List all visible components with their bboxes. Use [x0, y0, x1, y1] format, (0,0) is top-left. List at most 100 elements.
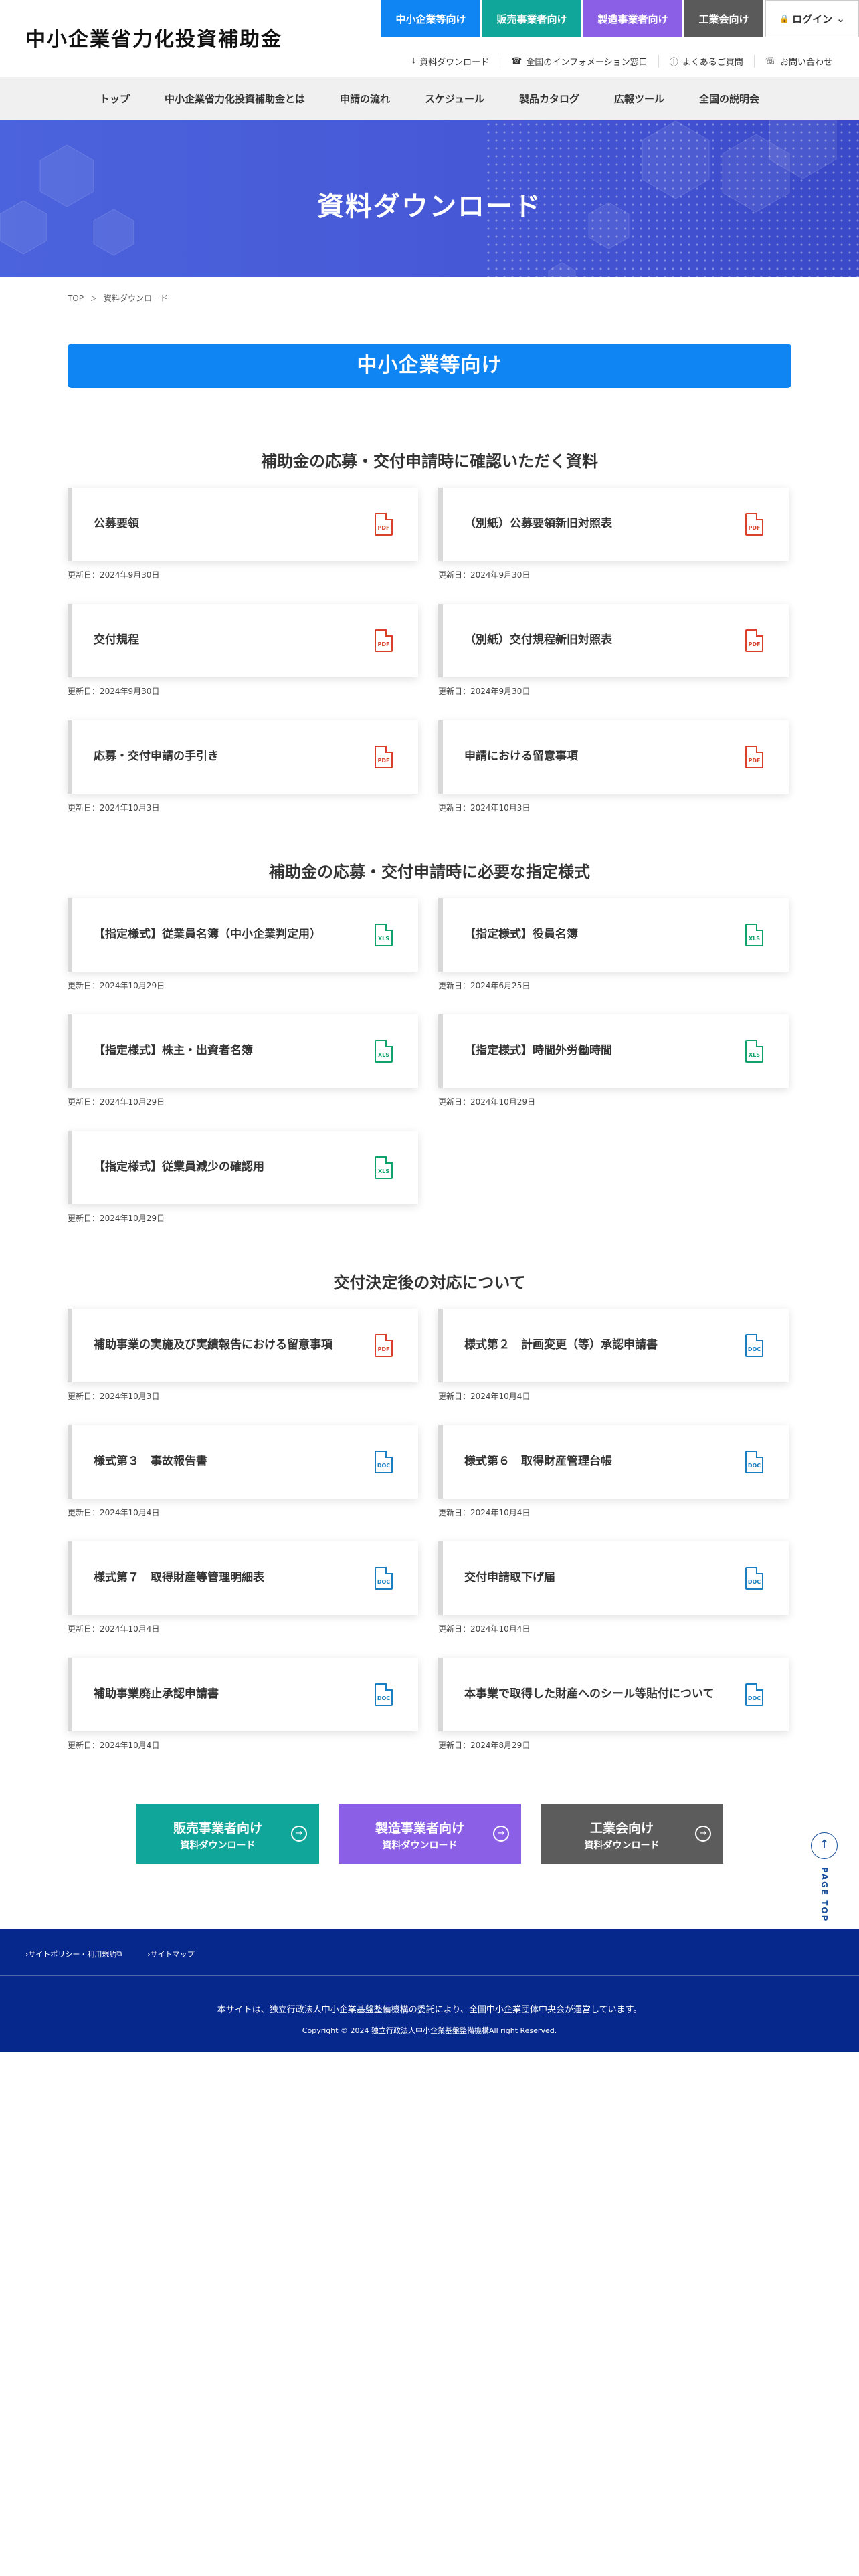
global-nav: トップ 中小企業省力化投資補助金とは 申請の流れ スケジュール 製品カタログ 広報ツール全…	[0, 77, 859, 120]
breadcrumb: TOP ＞ 資料ダウンロード	[68, 292, 168, 304]
download-card[interactable]: 補助事業廃止承認申請書 DOC	[68, 1658, 418, 1731]
audience-tab[interactable]: 製造事業者向け	[583, 0, 682, 37]
audience-tab[interactable]: 販売事業者向け	[482, 0, 581, 37]
cta-subtitle: 資料ダウンロード	[180, 1840, 256, 1851]
page-top-button[interactable]: ↑ PAGE TOP	[811, 1832, 838, 1922]
arrow-right-icon: →	[493, 1826, 509, 1842]
section-title: 補助金の応募・交付申請時に確認いただく資料	[261, 452, 598, 471]
download-card[interactable]: （別紙）公募要領新旧対照表 PDF	[438, 488, 789, 561]
arrow-up-icon: ↑	[811, 1832, 838, 1859]
updated-date: 更新日：2024年9月30日	[68, 687, 160, 696]
tab-label: 中小企業等向け	[395, 13, 466, 25]
download-card[interactable]: （別紙）交付規程新旧対照表 PDF	[438, 604, 789, 677]
cta-title: 工業会向け	[589, 1821, 654, 1836]
footer-links: › サイトポリシー・利用規約 ⧉ › サイトマップ	[25, 1949, 220, 1959]
nav-item[interactable]: 製品カタログ	[502, 92, 597, 106]
doc-file-icon: DOC	[375, 1451, 393, 1473]
cta-title: 販売事業者向け	[173, 1821, 262, 1836]
util-link[interactable]: ☎ 全国のインフォメーション窓口	[500, 55, 658, 68]
pdf-file-icon: PDF	[745, 513, 763, 536]
util-link-label: よくあるご質問	[682, 58, 743, 68]
download-title: （別紙）公募要領新旧対照表	[464, 517, 612, 531]
download-card[interactable]: 申請における留意事項 PDF	[438, 720, 789, 794]
updated-date: 更新日：2024年10月4日	[68, 1508, 160, 1517]
breadcrumb-separator: ＞	[90, 296, 98, 303]
cta-subtitle: 資料ダウンロード	[584, 1840, 660, 1851]
xls-file-icon: XLS	[745, 1040, 763, 1063]
doc-file-icon: DOC	[745, 1683, 763, 1706]
download-card[interactable]: 交付規程 PDF	[68, 604, 418, 677]
nav-item[interactable]: トップ	[82, 92, 147, 106]
nav-item[interactable]: 申請の流れ	[322, 92, 407, 106]
audience-tab[interactable]: 中小企業等向け	[381, 0, 480, 37]
pdf-file-icon: PDF	[375, 1334, 393, 1357]
tab-label: 工業会向け	[698, 13, 749, 25]
download-card[interactable]: 様式第７ 取得財産等管理明細表 DOC	[68, 1541, 418, 1615]
pdf-file-icon: PDF	[375, 513, 393, 536]
breadcrumb-current: 資料ダウンロード	[104, 294, 169, 303]
nav-item[interactable]: 中小企業省力化投資補助金とは	[147, 92, 322, 106]
download-card[interactable]: 【指定様式】株主・出資者名簿 XLS	[68, 1014, 418, 1088]
utility-links: ⤓ 資料ダウンロード ☎ 全国のインフォメーション窓口 ⓘ よくあるご質問 ☏ お問い合わせ	[401, 55, 843, 68]
download-title: （別紙）交付規程新旧対照表	[464, 633, 612, 647]
footer-link[interactable]: › サイトマップ	[147, 1949, 194, 1959]
util-link[interactable]: ☏ お問い合わせ	[753, 55, 843, 68]
download-card[interactable]: 本事業で取得した財産へのシール等貼付について DOC	[438, 1658, 789, 1731]
footer-divider	[0, 1975, 859, 1976]
chevron-down-icon: ⌄	[836, 13, 845, 25]
util-link[interactable]: ⤓ 資料ダウンロード	[401, 55, 500, 68]
external-link-icon: ⧉	[116, 1949, 122, 1958]
download-card[interactable]: 様式第３ 事故報告書 DOC	[68, 1425, 418, 1499]
download-card[interactable]: 様式第６ 取得財産管理台帳 DOC	[438, 1425, 789, 1499]
util-link-label: 資料ダウンロード	[419, 58, 490, 68]
util-link-label: お問い合わせ	[779, 58, 832, 68]
download-card[interactable]: 【指定様式】時間外労働時間 XLS	[438, 1014, 789, 1088]
updated-date: 更新日：2024年10月3日	[68, 1392, 160, 1401]
audience-download-button[interactable]: 製造事業者向け 資料ダウンロード →	[339, 1804, 521, 1864]
arrow-right-icon: →	[695, 1826, 711, 1842]
updated-date: 更新日：2024年10月3日	[438, 803, 531, 813]
updated-date: 更新日：2024年10月4日	[438, 1508, 531, 1517]
updated-date: 更新日：2024年10月4日	[68, 1624, 160, 1634]
download-card[interactable]: 応募・交付申請の手引き PDF	[68, 720, 418, 794]
download-title: 申請における留意事項	[464, 750, 578, 764]
nav-item[interactable]: スケジュール	[407, 92, 502, 106]
login-button[interactable]: 🔒 ログイン ⌄	[765, 0, 859, 37]
doc-file-icon: DOC	[745, 1334, 763, 1357]
question-icon: ⓘ	[669, 58, 678, 68]
download-card[interactable]: 交付申請取下げ届 DOC	[438, 1541, 789, 1615]
footer-link[interactable]: › サイトポリシー・利用規約 ⧉	[25, 1949, 122, 1959]
audience-download-button[interactable]: 工業会向け資料ダウンロード →	[541, 1804, 723, 1864]
updated-date: 更新日：2024年10月29日	[68, 981, 165, 990]
section-title: 交付決定後の対応について	[333, 1273, 526, 1292]
download-card[interactable]: 様式第２ 計画変更（等）承認申請書 DOC	[438, 1309, 789, 1382]
updated-date: 更新日：2024年10月3日	[68, 803, 160, 813]
updated-date: 更新日：2024年9月30日	[438, 570, 531, 580]
nav-item[interactable]: 全国の説明会	[682, 92, 777, 106]
updated-date: 更新日：2024年9月30日	[68, 570, 160, 580]
download-card[interactable]: 【指定様式】従業員減少の確認用 XLS	[68, 1131, 418, 1204]
audience-tab[interactable]: 工業会向け	[684, 0, 763, 37]
site-header: 中小企業省力化投資補助金 中小企業等向け 販売事業者向け 製造事業者向け 工業会向け 🔒…	[0, 0, 859, 77]
audience-download-button[interactable]: 販売事業者向け 資料ダウンロード →	[136, 1804, 319, 1864]
updated-date: 更新日：2024年10月29日	[68, 1214, 165, 1223]
download-card[interactable]: 公募要領 PDF	[68, 488, 418, 561]
util-link[interactable]: ⓘ よくあるご質問	[658, 55, 754, 68]
hero-banner: 資料ダウンロード	[0, 120, 859, 277]
breadcrumb-home[interactable]: TOP	[68, 294, 84, 303]
section-title: 補助金の応募・交付申請時に必要な指定様式	[269, 863, 590, 881]
download-title: 【指定様式】役員名簿	[464, 928, 578, 942]
updated-date: 更新日：2024年10月29日	[438, 1097, 536, 1107]
pdf-file-icon: PDF	[375, 746, 393, 768]
doc-file-icon: DOC	[375, 1683, 393, 1706]
download-card[interactable]: 【指定様式】従業員名簿（中小企業判定用） XLS	[68, 898, 418, 972]
download-title: 【指定様式】株主・出資者名簿	[94, 1044, 253, 1058]
download-card[interactable]: 補助事業の実施及び実績報告における留意事項 PDF	[68, 1309, 418, 1382]
nav-item[interactable]: 広報ツール	[597, 92, 682, 106]
updated-date: 更新日：2024年10月4日	[438, 1624, 531, 1634]
download-title: 【指定様式】従業員減少の確認用	[94, 1160, 264, 1174]
site-footer: › サイトポリシー・利用規約 ⧉ › サイトマップ 本サイトは、独立行政法人中小企…	[0, 1929, 859, 2052]
updated-date: 更新日：2024年10月4日	[438, 1392, 531, 1401]
download-card[interactable]: 【指定様式】役員名簿 XLS	[438, 898, 789, 972]
site-logo[interactable]: 中小企業省力化投資補助金	[25, 23, 282, 52]
